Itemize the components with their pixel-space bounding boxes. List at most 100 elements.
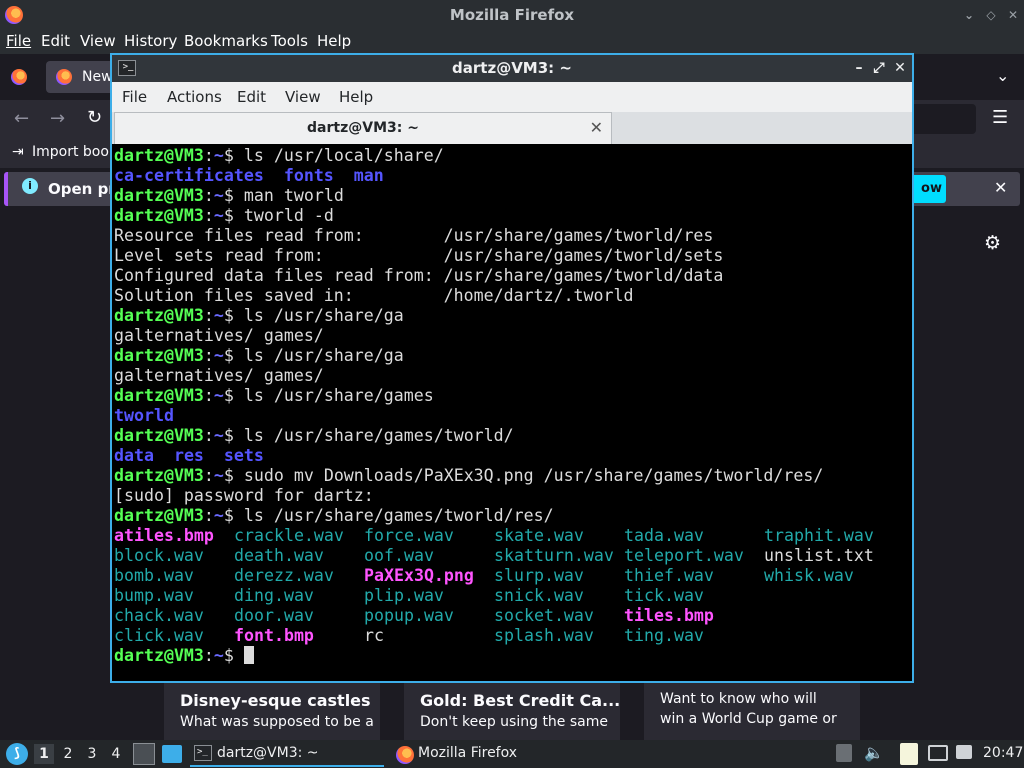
terminal-titlebar[interactable]: >_ dartz@VM3: ~ – ⤢ ✕ bbox=[112, 55, 912, 82]
command-text: ls /usr/share/ga bbox=[243, 306, 404, 325]
back-arrow-icon[interactable]: ← bbox=[14, 108, 29, 129]
story-desc: Don't keep using the same bbox=[420, 714, 608, 730]
taskbar-firefox-button[interactable]: Mozilla Firefox bbox=[392, 741, 552, 767]
menu-file[interactable]: File bbox=[122, 88, 147, 106]
file-name: unslist.txt bbox=[764, 546, 874, 565]
menu-view[interactable]: View bbox=[285, 88, 321, 106]
application-launcher-icon[interactable]: ⟆ bbox=[6, 743, 28, 765]
story-card[interactable]: Want to know who will win a World Cup ga… bbox=[644, 683, 860, 740]
listing-row: bump.wav ding.wav plip.wav snick.wav tick.wa… bbox=[114, 586, 910, 606]
minimize-icon[interactable]: ⌄ bbox=[962, 8, 976, 22]
hamburger-menu-icon[interactable]: ☰ bbox=[992, 107, 1008, 128]
file-name: tiles.bmp bbox=[624, 606, 714, 625]
file-name: plip.wav bbox=[364, 586, 444, 605]
prompt-user: dartz@VM3 bbox=[114, 346, 204, 365]
forward-arrow-icon[interactable]: → bbox=[50, 108, 65, 129]
terminal-line: Configured data files read from: /usr/sh… bbox=[114, 266, 910, 286]
taskbar-terminal-button[interactable]: >_ dartz@VM3: ~ bbox=[190, 741, 384, 767]
menu-edit[interactable]: Edit bbox=[237, 88, 266, 106]
file-name: PaXEx3Q.png bbox=[364, 566, 474, 585]
clipboard-icon[interactable] bbox=[836, 744, 852, 762]
prompt-dollar: $ bbox=[223, 426, 244, 445]
volume-icon[interactable]: 🔈 bbox=[864, 743, 884, 762]
import-bookmarks-link[interactable]: Import book bbox=[32, 144, 117, 160]
file-name: skate.wav bbox=[494, 526, 584, 545]
prompt-separator: : bbox=[203, 426, 214, 445]
terminal-line: Resource files read from: /usr/share/gam… bbox=[114, 226, 910, 246]
network-icon[interactable] bbox=[928, 745, 948, 761]
menu-edit[interactable]: Edit bbox=[41, 32, 70, 50]
show-desktop-icon[interactable] bbox=[162, 745, 182, 763]
tab-close-icon[interactable]: ✕ bbox=[590, 113, 603, 143]
file-name: socket.wav bbox=[494, 606, 594, 625]
file-manager-icon[interactable] bbox=[133, 743, 155, 765]
menu-bookmarks[interactable]: Bookmarks bbox=[184, 32, 268, 50]
file-name: whisk.wav bbox=[764, 566, 854, 585]
minimize-icon[interactable]: – bbox=[850, 59, 868, 77]
file-name: traphit.wav bbox=[764, 526, 874, 545]
firefox-window-title: Mozilla Firefox bbox=[449, 6, 575, 24]
menu-file[interactable]: File bbox=[6, 32, 31, 50]
url-bar[interactable] bbox=[910, 104, 976, 134]
close-icon[interactable]: ✕ bbox=[1006, 8, 1020, 22]
terminal-tab[interactable]: dartz@VM3: ~ ✕ bbox=[114, 112, 612, 144]
terminal-line: [sudo] password for dartz: bbox=[114, 486, 910, 506]
desktop-1[interactable]: 1 bbox=[34, 744, 54, 764]
reload-icon[interactable]: ↻ bbox=[87, 107, 102, 128]
close-icon[interactable]: ✕ bbox=[891, 59, 909, 77]
menu-tools[interactable]: Tools bbox=[271, 32, 308, 50]
file-name: ting.wav bbox=[624, 626, 704, 645]
command-text: sudo mv Downloads/PaXEx3Q.png /usr/share… bbox=[243, 466, 824, 485]
tab-list-chevron-down-icon[interactable]: ⌄ bbox=[996, 66, 1009, 85]
prompt-dollar: $ bbox=[223, 466, 244, 485]
tab-favicon-icon bbox=[56, 69, 72, 85]
terminal-line: dartz@VM3:~$ ls /usr/share/games/tworld/… bbox=[114, 506, 910, 526]
story-card[interactable]: Disney-esque castles What was supposed t… bbox=[164, 683, 380, 740]
menu-help[interactable]: Help bbox=[317, 32, 351, 50]
restore-icon[interactable]: ⤢ bbox=[870, 59, 888, 77]
desktop-2[interactable]: 2 bbox=[58, 744, 78, 764]
terminal-line: dartz@VM3:~$ ls /usr/local/share/ bbox=[114, 146, 910, 166]
file-name: click.wav bbox=[114, 626, 204, 645]
output-text: Level sets read from: /usr/share/games/t… bbox=[114, 246, 724, 265]
terminal-output[interactable]: dartz@VM3:~$ ls /usr/local/share/ca-cert… bbox=[114, 146, 910, 680]
desktop-3[interactable]: 3 bbox=[82, 744, 102, 764]
command-text: man tworld bbox=[243, 186, 344, 205]
prompt-separator: : bbox=[203, 506, 214, 525]
clock[interactable]: 20:47 bbox=[983, 745, 1023, 761]
settings-gear-icon[interactable]: ⚙ bbox=[984, 232, 1001, 254]
notification-close-icon[interactable]: ✕ bbox=[994, 178, 1007, 197]
file-name: slurp.wav bbox=[494, 566, 584, 585]
menu-help[interactable]: Help bbox=[339, 88, 373, 106]
story-card[interactable]: Gold: Best Credit Ca... Don't keep using… bbox=[404, 683, 620, 740]
menu-view[interactable]: View bbox=[80, 32, 116, 50]
listing-row: click.wav font.bmp rc splash.wav ting.wav bbox=[114, 626, 910, 646]
prompt-dollar: $ bbox=[223, 306, 244, 325]
firefox-menubar: File Edit View History Bookmarks Tools H… bbox=[0, 30, 1024, 54]
prompt-dollar: $ bbox=[223, 646, 244, 665]
firefox-view-icon[interactable] bbox=[11, 69, 27, 85]
terminal-line: Solution files saved in: /home/dartz/.tw… bbox=[114, 286, 910, 306]
command-text: ls /usr/share/ga bbox=[243, 346, 404, 365]
maximize-icon[interactable]: ◇ bbox=[984, 8, 998, 22]
menu-history[interactable]: History bbox=[124, 32, 177, 50]
file-name: rc bbox=[364, 626, 384, 645]
terminal-line: dartz@VM3:~$ bbox=[114, 646, 910, 666]
menu-actions[interactable]: Actions bbox=[167, 88, 222, 106]
prompt-user: dartz@VM3 bbox=[114, 646, 204, 665]
desktop-4[interactable]: 4 bbox=[106, 744, 126, 764]
file-name: thief.wav bbox=[624, 566, 714, 585]
prompt-path: ~ bbox=[213, 506, 224, 525]
listing-row: atiles.bmp crackle.wav force.wav skate.wav t… bbox=[114, 526, 910, 546]
info-icon: i bbox=[22, 178, 38, 194]
terminal-line: dartz@VM3:~$ man tworld bbox=[114, 186, 910, 206]
file-name: block.wav bbox=[114, 546, 204, 565]
output-text: galternatives/ games/ bbox=[114, 366, 324, 385]
notifications-icon[interactable] bbox=[956, 745, 972, 759]
prompt-user: dartz@VM3 bbox=[114, 426, 204, 445]
notes-icon[interactable] bbox=[900, 743, 918, 765]
firefox-task-icon bbox=[396, 746, 414, 764]
prompt-path: ~ bbox=[213, 346, 224, 365]
